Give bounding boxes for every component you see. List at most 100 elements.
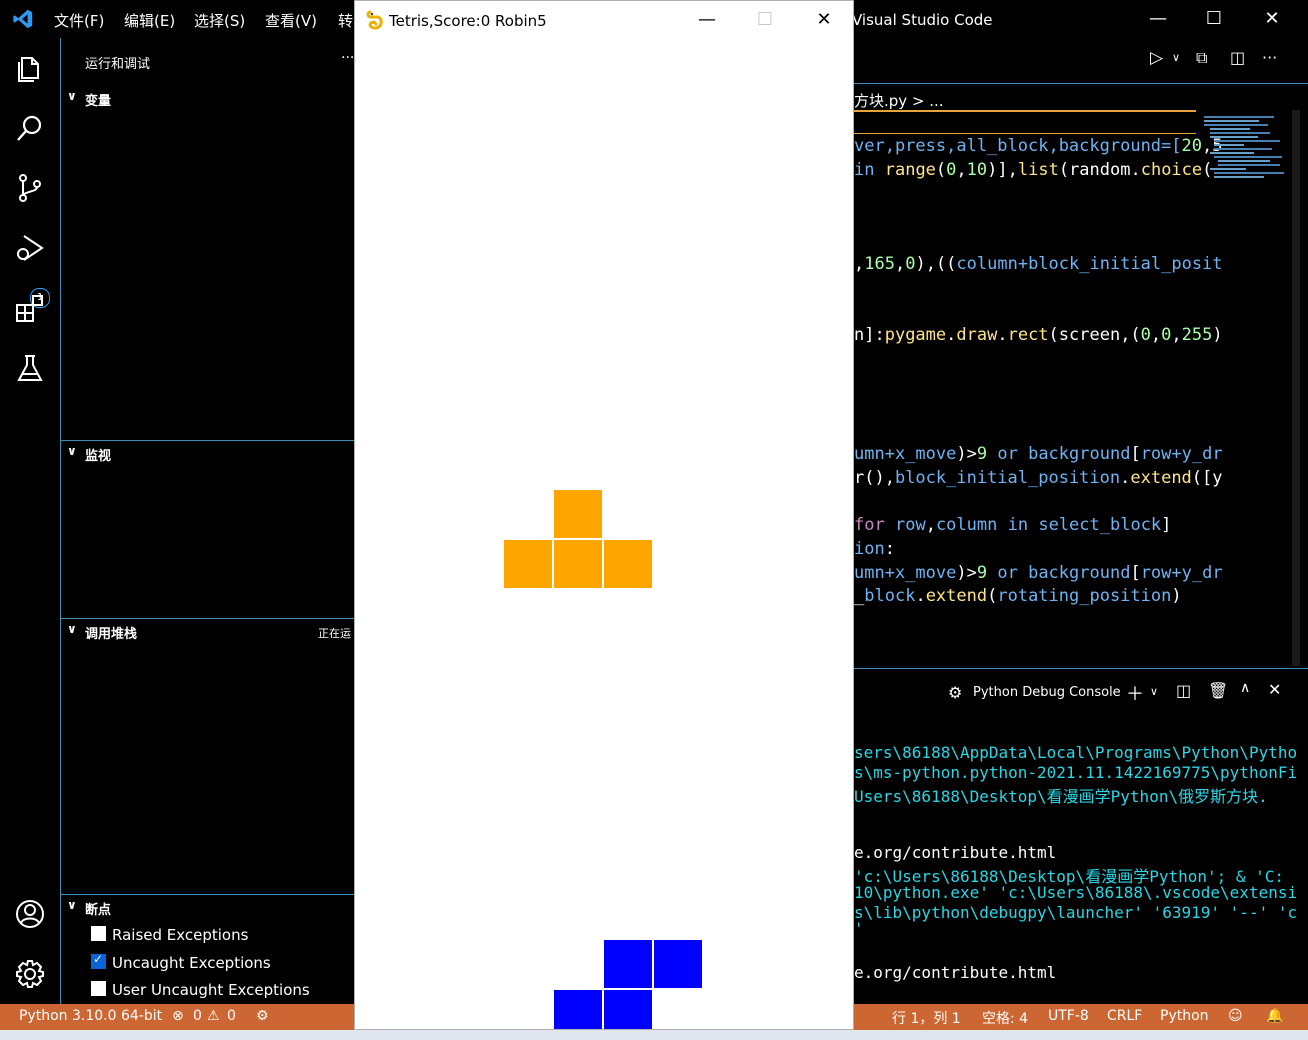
- sidebar-more-button[interactable]: ···: [341, 50, 354, 66]
- section-breakpoints-label: 断点: [85, 903, 112, 918]
- menu-view[interactable]: 查看(V): [265, 10, 317, 31]
- tetris-block-orange: [554, 490, 602, 538]
- indentation[interactable]: 空格: 4: [982, 1008, 1028, 1028]
- run-icon[interactable]: ▷: [1150, 48, 1163, 68]
- testing-flask-icon[interactable]: [14, 352, 46, 384]
- tetris-game-window[interactable]: Tetris,Score:0 Robin5 — ☐ ✕: [354, 0, 854, 1030]
- editor-actions: ▷ ∨ ⧉ ◫ ···: [1140, 48, 1308, 72]
- account-icon[interactable]: [14, 898, 46, 930]
- line-ending[interactable]: CRLF: [1107, 1008, 1142, 1024]
- breakpoint-raised-exceptions[interactable]: Raised Exceptions: [91, 926, 248, 944]
- code-line: ver,press,all_block,background=[20,5: [854, 136, 1223, 156]
- maximize-icon[interactable]: ☐: [1202, 8, 1226, 29]
- search-icon[interactable]: [14, 112, 46, 144]
- split-editor-icon[interactable]: ◫: [1230, 48, 1245, 67]
- checkbox-checked[interactable]: [91, 952, 106, 969]
- code-line: ion:: [854, 539, 895, 559]
- section-watch-label: 监视: [85, 449, 112, 464]
- terminal-line: s\ms-python.python-2021.11.1422169775\py…: [854, 763, 1298, 782]
- python-interpreter[interactable]: Python 3.10.0 64-bit: [19, 1008, 162, 1024]
- chevron-down-icon[interactable]: ∨: [1172, 51, 1180, 64]
- open-changes-icon[interactable]: ⧉: [1196, 48, 1207, 68]
- minimize-icon[interactable]: —: [695, 9, 719, 30]
- debug-status-icon[interactable]: ⚙: [256, 1008, 269, 1024]
- breakpoint-label: Raised Exceptions: [112, 926, 249, 944]
- code-line: umn+x_move)>9 or background[row+y_dr: [854, 444, 1223, 464]
- taskbar-strip: [0, 1030, 1308, 1040]
- new-terminal-icon[interactable]: ＋: [1126, 680, 1144, 706]
- notifications-bell-icon[interactable]: 🔔: [1266, 1008, 1283, 1024]
- breakpoint-uncaught-exceptions[interactable]: Uncaught Exceptions: [91, 952, 271, 972]
- game-window-title: Tetris,Score:0 Robin5: [389, 12, 547, 30]
- checkbox[interactable]: [91, 981, 106, 996]
- game-titlebar[interactable]: Tetris,Score:0 Robin5 — ☐ ✕: [355, 1, 853, 39]
- maximize-panel-icon[interactable]: ∧: [1240, 680, 1250, 696]
- vscode-window-title: Visual Studio Code: [852, 11, 993, 29]
- breadcrumb: 方块.py > ...: [854, 83, 1308, 112]
- current-line-highlight: [854, 133, 1196, 134]
- menu-selection[interactable]: 选择(S): [194, 10, 245, 31]
- error-icon[interactable]: ⊗: [172, 1008, 184, 1024]
- tetris-block-orange: [504, 540, 552, 588]
- feedback-icon[interactable]: ☺: [1228, 1008, 1243, 1024]
- section-callstack-label: 调用堆栈: [85, 627, 138, 642]
- menu-edit[interactable]: 编辑(E): [124, 10, 175, 31]
- terminal-line: ': [854, 919, 864, 938]
- minimize-icon[interactable]: —: [1146, 8, 1170, 29]
- checkbox[interactable]: [91, 926, 106, 941]
- chevron-down-icon: ∨: [67, 444, 77, 458]
- breakpoint-label: Uncaught Exceptions: [112, 954, 271, 972]
- more-actions-icon[interactable]: ···: [1262, 48, 1277, 67]
- encoding[interactable]: UTF-8: [1048, 1008, 1089, 1024]
- debug-console-icon: ⚙: [948, 683, 963, 702]
- cursor-position[interactable]: 行 1，列 1: [892, 1008, 961, 1028]
- warning-count[interactable]: 0: [227, 1008, 236, 1024]
- source-control-icon[interactable]: [14, 172, 46, 204]
- language-mode[interactable]: Python: [1160, 1008, 1209, 1024]
- terminal-line: Users\86188\Desktop\看漫画学Python\俄罗斯方块.: [854, 787, 1268, 806]
- section-breakpoints[interactable]: ∨ 断点: [61, 894, 354, 919]
- breadcrumb-text[interactable]: 方块.py > ...: [854, 90, 944, 111]
- terminal-line: e.org/contribute.html: [854, 963, 1057, 982]
- extensions-icon[interactable]: [14, 292, 46, 324]
- explorer-icon[interactable]: [14, 52, 46, 84]
- section-callstack[interactable]: ∨ 调用堆栈 正在运: [61, 618, 354, 643]
- close-panel-icon[interactable]: ✕: [1268, 680, 1281, 699]
- code-line: r(),block_initial_position.extend([y: [854, 468, 1223, 488]
- menu-go[interactable]: 转: [338, 10, 353, 31]
- sidebar-title: 运行和调试: [85, 57, 151, 72]
- tetris-block-blue: [604, 990, 652, 1029]
- settings-gear-icon[interactable]: [14, 958, 46, 990]
- code-line: umn+x_move)>9 or background[row+y_dr: [854, 563, 1223, 583]
- editor-tab-indicator: [854, 110, 1196, 112]
- section-variables-label: 变量: [85, 94, 112, 109]
- pygame-snake-icon: [366, 10, 383, 30]
- code-line: for row,column in select_block]: [854, 515, 1172, 535]
- terminal-line: e.org/contribute.html: [854, 843, 1057, 862]
- run-debug-sidebar: 运行和调试 ··· ∨ 变量 ∨ 监视 ∨ 调用堆栈 正在运 ∨ 断点 Rais…: [61, 38, 354, 1004]
- chevron-down-icon[interactable]: ∨: [1150, 685, 1158, 698]
- activity-bar: 1: [0, 38, 61, 1004]
- error-count[interactable]: 0: [193, 1008, 202, 1024]
- trash-icon[interactable]: 🗑: [1208, 681, 1228, 700]
- minimap[interactable]: [1204, 110, 1284, 240]
- split-terminal-icon[interactable]: ◫: [1176, 681, 1191, 700]
- close-icon[interactable]: ✕: [812, 9, 836, 30]
- breakpoint-user-uncaught-exceptions[interactable]: User Uncaught Exceptions: [91, 981, 310, 999]
- section-watch[interactable]: ∨ 监视: [61, 440, 354, 465]
- chevron-down-icon: ∨: [67, 622, 77, 636]
- run-debug-icon[interactable]: [14, 232, 46, 264]
- code-editor[interactable]: ▷ ∨ ⧉ ◫ ··· 方块.py > ... ver,press,all_bl…: [854, 38, 1308, 668]
- terminal-dropdown-label[interactable]: Python Debug Console: [973, 685, 1121, 700]
- terminal-line: s\lib\python\debugpy\launcher' '63919' '…: [854, 903, 1298, 922]
- vscode-logo-icon: [13, 9, 33, 29]
- editor-scrollbar[interactable]: [1292, 110, 1300, 666]
- menu-file[interactable]: 文件(F): [54, 10, 104, 31]
- section-variables[interactable]: ∨ 变量: [61, 86, 354, 110]
- tetris-block-blue: [604, 940, 652, 988]
- tetris-block-orange: [554, 540, 602, 588]
- warning-icon[interactable]: ⚠: [207, 1008, 220, 1024]
- close-icon[interactable]: ✕: [1260, 8, 1284, 29]
- breakpoint-label: User Uncaught Exceptions: [112, 981, 310, 999]
- tetris-block-blue: [554, 990, 602, 1029]
